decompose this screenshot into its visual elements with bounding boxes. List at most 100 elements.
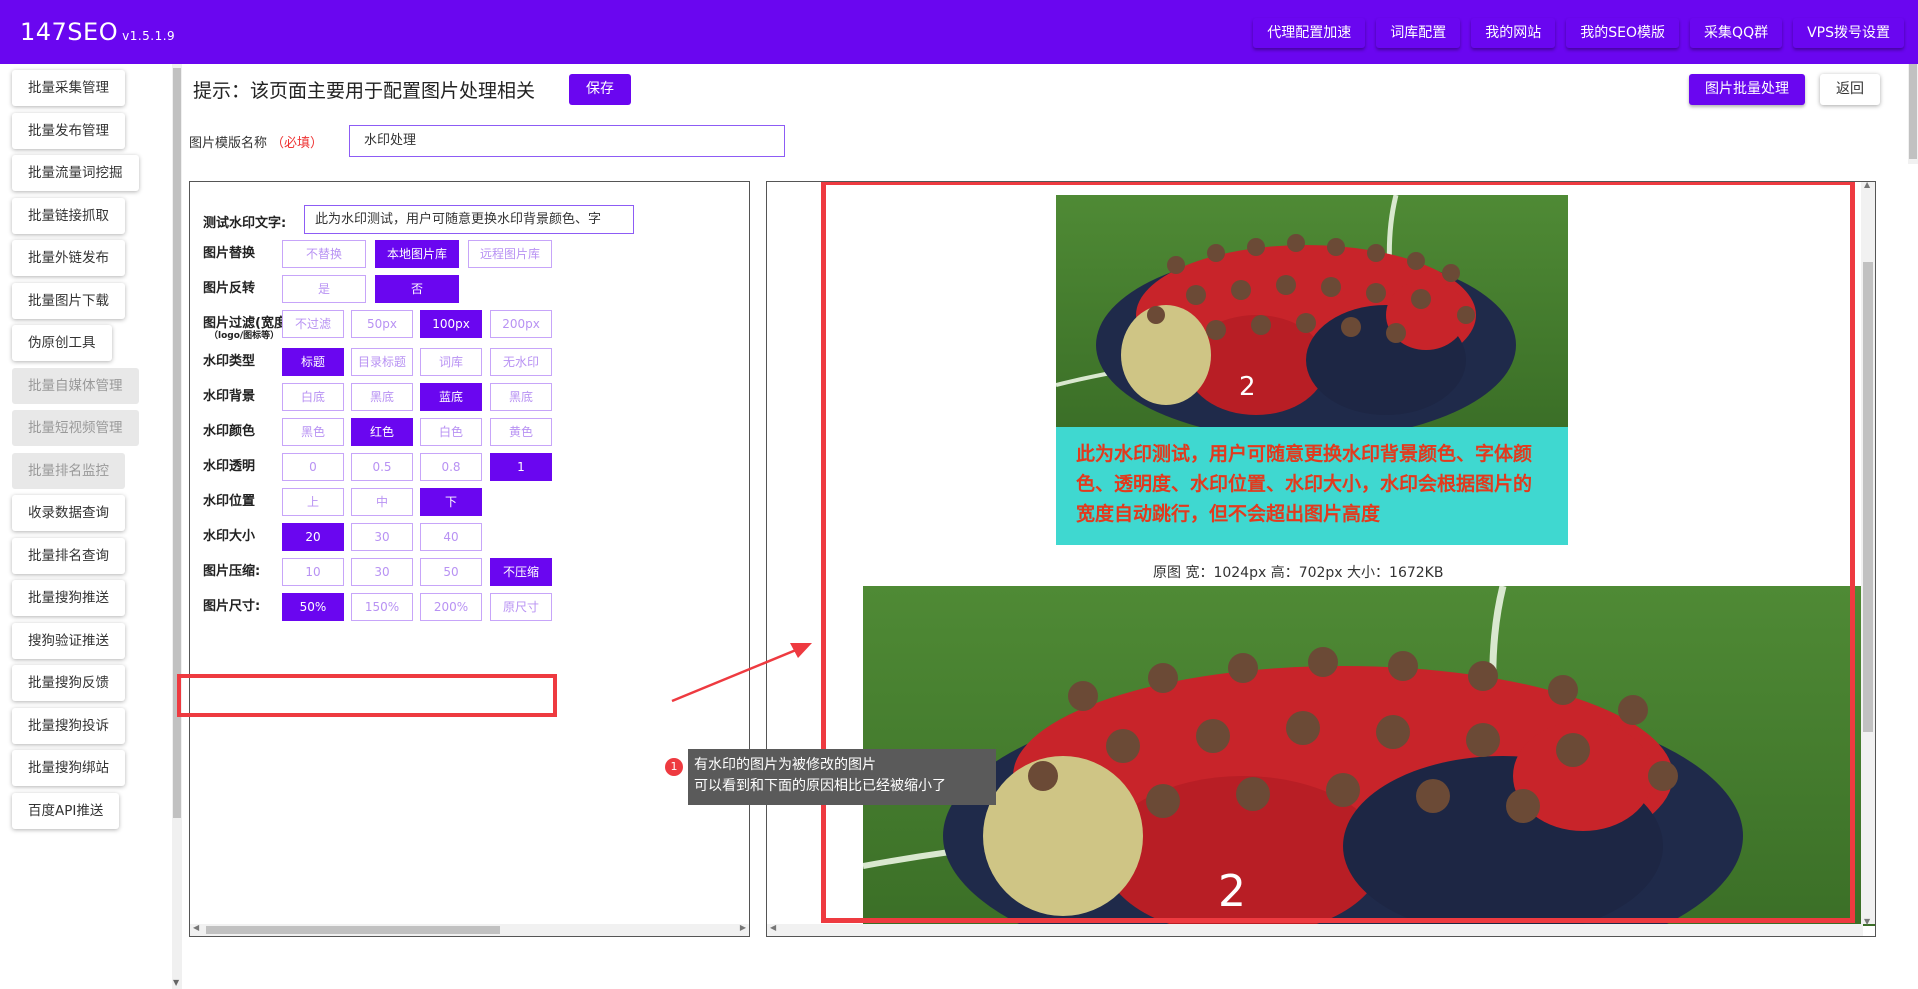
watermark-position-option[interactable]: 下 — [420, 488, 482, 516]
image-compress-option[interactable]: 50 — [420, 558, 482, 586]
template-name-label: 图片模版名称 （必填） — [189, 136, 324, 151]
required-mark: （必填） — [271, 136, 324, 151]
sidebar-item-image-download[interactable]: 批量图片下载 — [12, 283, 125, 319]
scroll-left-arrow-icon[interactable]: ◀ — [193, 923, 199, 932]
settings-scroll-thumb[interactable] — [206, 926, 500, 934]
brand-name: 147SEO — [20, 18, 119, 46]
sidebar-item-link-crawl[interactable]: 批量链接抓取 — [12, 198, 125, 234]
watermark-opacity-option[interactable]: 0.8 — [420, 453, 482, 481]
sidebar-item-sogou-complaint[interactable]: 批量搜狗投诉 — [12, 708, 125, 744]
watermark-size-option[interactable]: 40 — [420, 523, 482, 551]
top-bar: 147SEO v1.5.1.9 代理配置加速 词库配置 我的网站 我的SEO模版 … — [0, 0, 1918, 64]
template-name-input[interactable]: 水印处理 — [349, 125, 785, 157]
nav-qq-group[interactable]: 采集QQ群 — [1690, 18, 1783, 48]
watermark-color-option[interactable]: 黑色 — [282, 418, 344, 446]
sidebar-item-pseudo-original[interactable]: 伪原创工具 — [12, 325, 112, 361]
watermark-text-input[interactable]: 此为水印测试，用户可随意更换水印背景颜色、字 — [304, 205, 634, 234]
annotation-line-2: 可以看到和下面的原因相比已经被缩小了 — [694, 778, 946, 794]
image-replace-option[interactable]: 远程图片库 — [468, 240, 552, 268]
watermark-color-option[interactable]: 白色 — [420, 418, 482, 446]
sidebar-item-sogou-verify-push[interactable]: 搜狗验证推送 — [12, 623, 125, 659]
watermark-type-option[interactable]: 词库 — [420, 348, 482, 376]
watermark-opacity-option[interactable]: 0 — [282, 453, 344, 481]
image-compress-option[interactable]: 不压缩 — [490, 558, 552, 586]
scroll-right-arrow-icon[interactable]: ▶ — [740, 923, 746, 932]
settings-panel: 测试水印文字: 此为水印测试，用户可随意更换水印背景颜色、字 图片替换 不替换 … — [189, 181, 750, 937]
image-compress-option[interactable]: 10 — [282, 558, 344, 586]
annotation-number-badge: 1 — [665, 758, 683, 776]
scroll-down-arrow-icon[interactable]: ▼ — [1864, 917, 1870, 926]
sidebar-item-traffic-keywords[interactable]: 批量流量词挖掘 — [12, 155, 139, 191]
image-filter-option[interactable]: 不过滤 — [282, 310, 344, 338]
image-filter-option[interactable]: 200px — [490, 310, 552, 338]
app-logo: 147SEO v1.5.1.9 — [20, 18, 175, 46]
back-button[interactable]: 返回 — [1820, 74, 1880, 105]
watermark-bg-option[interactable]: 黑底 — [490, 383, 552, 411]
image-filter-option[interactable]: 50px — [351, 310, 413, 338]
scroll-up-arrow-icon[interactable]: ▲ — [1864, 182, 1870, 189]
watermark-bg-option[interactable]: 黑底 — [351, 383, 413, 411]
batch-image-process-button[interactable]: 图片批量处理 — [1689, 74, 1805, 105]
image-size-option[interactable]: 原尺寸 — [490, 593, 552, 621]
nav-vps-dial[interactable]: VPS拨号设置 — [1793, 18, 1904, 48]
image-flip-option[interactable]: 是 — [282, 275, 366, 303]
image-flip-option[interactable]: 否 — [375, 275, 459, 303]
watermark-position-option[interactable]: 中 — [351, 488, 413, 516]
sidebar-item-rank-query[interactable]: 批量排名查询 — [12, 538, 125, 574]
watermark-type-option[interactable]: 目录标题 — [351, 348, 413, 376]
watermark-color-option[interactable]: 红色 — [351, 418, 413, 446]
watermarked-image-highlight — [821, 182, 1855, 923]
watermark-bg-option[interactable]: 白底 — [282, 383, 344, 411]
nav-lexicon-config[interactable]: 词库配置 — [1376, 18, 1461, 48]
image-filter-sublabel: （logo/图标等） — [209, 331, 280, 341]
sidebar-item-rank-monitor: 批量排名监控 — [12, 453, 125, 489]
sidebar-item-sogou-feedback[interactable]: 批量搜狗反馈 — [12, 665, 125, 701]
watermark-type-option[interactable]: 标题 — [282, 348, 344, 376]
sidebar-item-index-query[interactable]: 收录数据查询 — [12, 495, 125, 531]
watermark-position-label: 水印位置 — [203, 494, 256, 509]
image-replace-option[interactable]: 本地图片库 — [375, 240, 459, 268]
sidebar-item-batch-collect[interactable]: 批量采集管理 — [12, 70, 125, 106]
settings-horizontal-scrollbar[interactable]: ◀ ▶ — [190, 923, 749, 936]
sidebar-item-baidu-api-push[interactable]: 百度API推送 — [12, 793, 120, 829]
sidebar-item-sogou-bind[interactable]: 批量搜狗绑站 — [12, 750, 125, 786]
preview-horizontal-scrollbar[interactable]: ◀ — [767, 923, 1863, 936]
image-size-highlight — [177, 674, 557, 717]
image-size-option[interactable]: 50% — [282, 593, 344, 621]
preview-panel: 2 此为水印测试，用户可随意更换水印背景颜色、字体颜色、透明度、水印位置、水印大… — [766, 181, 1876, 937]
image-compress-option[interactable]: 30 — [351, 558, 413, 586]
watermark-text-label: 测试水印文字: — [203, 216, 287, 231]
watermark-type-option[interactable]: 无水印 — [490, 348, 552, 376]
sidebar-item-short-video: 批量短视频管理 — [12, 410, 139, 446]
preview-scroll-thumb[interactable] — [1863, 262, 1873, 732]
image-size-option[interactable]: 200% — [420, 593, 482, 621]
save-button[interactable]: 保存 — [569, 74, 631, 105]
watermark-position-option[interactable]: 上 — [282, 488, 344, 516]
page-scroll-thumb[interactable] — [1909, 64, 1917, 159]
scroll-down-arrow-icon[interactable]: ▼ — [173, 978, 179, 987]
watermark-size-option[interactable]: 30 — [351, 523, 413, 551]
scroll-left-arrow-icon[interactable]: ◀ — [770, 923, 776, 932]
image-replace-option[interactable]: 不替换 — [282, 240, 366, 268]
image-size-option[interactable]: 150% — [351, 593, 413, 621]
watermark-type-label: 水印类型 — [203, 354, 256, 369]
annotation-callout: 1 有水印的图片为被修改的图片 可以看到和下面的原因相比已经被缩小了 — [665, 749, 996, 805]
watermark-color-label: 水印颜色 — [203, 424, 256, 439]
sidebar-item-sogou-push[interactable]: 批量搜狗推送 — [12, 580, 125, 616]
page-scrollbar[interactable] — [1908, 64, 1918, 164]
nav-my-seo-templates[interactable]: 我的SEO模版 — [1566, 18, 1680, 48]
preview-vertical-scrollbar[interactable]: ▲ ▼ — [1861, 182, 1875, 926]
nav-my-sites[interactable]: 我的网站 — [1471, 18, 1556, 48]
sidebar-item-backlink-publish[interactable]: 批量外链发布 — [12, 240, 125, 276]
image-flip-label: 图片反转 — [203, 281, 256, 296]
watermark-bg-option[interactable]: 蓝底 — [420, 383, 482, 411]
image-filter-option[interactable]: 100px — [420, 310, 482, 338]
sidebar-scrollbar[interactable]: ▼ — [172, 64, 182, 989]
watermark-opacity-option[interactable]: 1 — [490, 453, 552, 481]
watermark-color-option[interactable]: 黄色 — [490, 418, 552, 446]
watermark-size-option[interactable]: 20 — [282, 523, 344, 551]
sidebar-item-batch-publish[interactable]: 批量发布管理 — [12, 113, 125, 149]
nav-proxy-config[interactable]: 代理配置加速 — [1253, 18, 1366, 48]
main-content: 提示：该页面主要用于配置图片处理相关 保存 图片批量处理 返回 图片模版名称 （必… — [177, 64, 1918, 989]
watermark-opacity-option[interactable]: 0.5 — [351, 453, 413, 481]
